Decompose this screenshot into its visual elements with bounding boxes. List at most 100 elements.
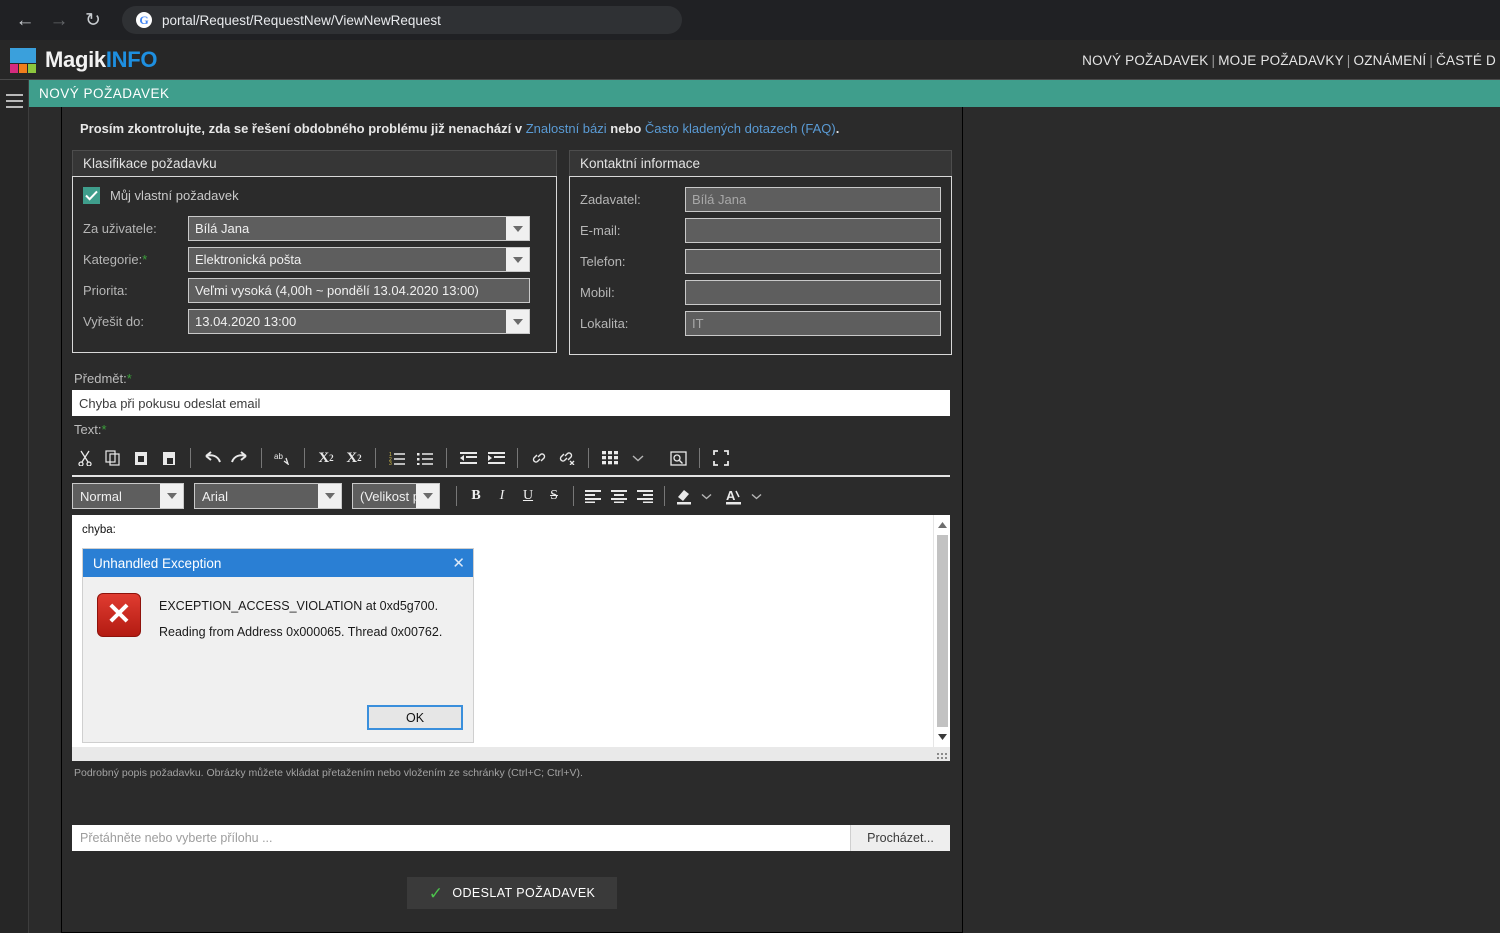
image-icon[interactable] — [665, 445, 691, 471]
select-za-uzivatele-wrap[interactable]: Bílá Jana — [188, 216, 530, 241]
bulleted-list-icon[interactable] — [412, 445, 438, 471]
select-vyresit-do-wrap[interactable]: 13.04.2020 13:00 — [188, 309, 530, 334]
resize-grip-icon[interactable] — [937, 753, 947, 759]
italic-button[interactable]: I — [489, 483, 515, 509]
paste-icon[interactable] — [128, 445, 154, 471]
nav-item-caste-dotazy[interactable]: ČASTÉ D — [1436, 53, 1496, 68]
input-lokalita[interactable]: IT — [685, 311, 941, 336]
attachment-row: Přetáhněte nebo vyberte přílohu ... Proc… — [72, 825, 950, 851]
outdent-icon[interactable] — [455, 445, 481, 471]
input-lokalita-wrap[interactable]: IT — [685, 311, 941, 336]
copy-icon[interactable] — [100, 445, 126, 471]
scroll-up-icon[interactable] — [937, 517, 947, 533]
input-telefon-wrap[interactable] — [685, 249, 941, 274]
browse-button[interactable]: Procházet... — [850, 825, 950, 851]
editor-resize-strip[interactable] — [72, 747, 950, 761]
svg-text:ab: ab — [274, 452, 283, 461]
editor-canvas[interactable]: chyba: Unhandled Exception ✕ ✕ EXCEPTION… — [72, 515, 933, 747]
nav-item-oznameni[interactable]: OZNÁMENÍ — [1354, 53, 1427, 68]
paragraph-format-dropdown[interactable]: Normal — [72, 483, 184, 509]
chevron-down-icon[interactable] — [506, 217, 529, 240]
editor-scrollbar[interactable] — [933, 515, 950, 747]
app-logo[interactable]: MagikINFO — [10, 47, 158, 73]
hamburger-icon[interactable] — [5, 94, 23, 933]
redo-icon[interactable] — [227, 445, 253, 471]
chevron-down-icon[interactable] — [318, 484, 341, 508]
superscript-icon[interactable]: X2 — [313, 445, 339, 471]
toolbar-separator — [517, 448, 518, 468]
editor-content-area[interactable]: chyba: Unhandled Exception ✕ ✕ EXCEPTION… — [72, 515, 950, 747]
link-icon[interactable] — [526, 445, 552, 471]
subscript-icon[interactable]: X2 — [341, 445, 367, 471]
scroll-down-icon[interactable] — [937, 729, 947, 745]
toolbar-separator — [261, 448, 262, 468]
chevron-down-icon[interactable] — [747, 493, 765, 500]
nav-item-novy-pozadavek[interactable]: NOVÝ POŽADAVEK — [1082, 53, 1208, 68]
reload-icon[interactable]: ↻ — [76, 3, 110, 37]
underline-button[interactable]: U — [515, 483, 541, 509]
table-dropdown-icon[interactable] — [625, 445, 651, 471]
text-color-icon[interactable]: A — [721, 483, 747, 509]
input-email-wrap[interactable] — [685, 218, 941, 243]
input-zadavatel[interactable]: Bílá Jana — [685, 187, 941, 212]
own-request-checkbox[interactable] — [83, 187, 100, 204]
back-icon[interactable]: ← — [8, 3, 42, 37]
select-vyresit-do[interactable]: 13.04.2020 13:00 — [188, 309, 530, 334]
label-predmet-text: Předmět: — [74, 371, 127, 386]
select-kategorie-wrap[interactable]: Elektronická pošta — [188, 247, 530, 272]
contact-fields: Zadavatel: Bílá Jana E-mail: Telefon: Mo… — [569, 176, 952, 355]
highlight-color-icon[interactable] — [671, 483, 697, 509]
knowledge-base-link[interactable]: Znalostní bázi — [526, 121, 607, 136]
scrollbar-thumb[interactable] — [936, 535, 948, 727]
input-mobil[interactable] — [685, 280, 941, 305]
subject-input[interactable]: Chyba při pokusu odeslat email — [72, 390, 950, 416]
cut-icon[interactable] — [72, 445, 98, 471]
table-icon[interactable] — [597, 445, 623, 471]
nav-separator: | — [1211, 52, 1216, 68]
font-size-dropdown[interactable]: (Velikost p — [352, 483, 440, 509]
dialog-message: EXCEPTION_ACCESS_VIOLATION at 0xd5g700. … — [159, 593, 442, 705]
fullscreen-icon[interactable] — [708, 445, 734, 471]
select-za-uzivatele[interactable]: Bílá Jana — [188, 216, 530, 241]
align-right-icon[interactable] — [632, 483, 658, 509]
undo-icon[interactable] — [199, 445, 225, 471]
chevron-down-icon[interactable] — [160, 484, 183, 508]
chevron-down-icon[interactable] — [697, 493, 715, 500]
address-bar[interactable]: G portal/Request/RequestNew/ViewNewReque… — [122, 6, 682, 34]
toolbar-separator — [664, 486, 665, 506]
indent-icon[interactable] — [483, 445, 509, 471]
chevron-down-icon[interactable] — [506, 248, 529, 271]
unlink-icon[interactable] — [554, 445, 580, 471]
attachment-input[interactable]: Přetáhněte nebo vyberte přílohu ... — [72, 825, 850, 851]
input-mobil-wrap[interactable] — [685, 280, 941, 305]
font-family-dropdown[interactable]: Arial — [194, 483, 342, 509]
toolbar-separator — [190, 448, 191, 468]
editor-hint: Podrobný popis požadavku. Obrázky můžete… — [74, 767, 583, 779]
submit-row: ✓ ODESLAT POŽADAVEK — [72, 877, 952, 909]
input-email[interactable] — [685, 218, 941, 243]
request-form-panel: Prosím zkontrolujte, zda se řešení obdob… — [61, 107, 963, 933]
required-marker: * — [101, 422, 107, 437]
paste-text-icon[interactable] — [156, 445, 182, 471]
input-zadavatel-wrap[interactable]: Bílá Jana — [685, 187, 941, 212]
align-left-icon[interactable] — [580, 483, 606, 509]
numbered-list-icon[interactable]: 123 — [384, 445, 410, 471]
field-row-telefon: Telefon: — [580, 249, 941, 274]
strikethrough-button[interactable]: S — [541, 483, 567, 509]
select-kategorie[interactable]: Elektronická pošta — [188, 247, 530, 272]
bold-button[interactable]: B — [463, 483, 489, 509]
nav-item-moje-pozadavky[interactable]: MOJE POŽADAVKY — [1218, 53, 1344, 68]
forward-icon[interactable]: → — [42, 3, 76, 37]
notice-middle: nebo — [606, 121, 645, 136]
spellcheck-icon[interactable]: ab — [270, 445, 296, 471]
faq-link[interactable]: Často kladených dotazech (FAQ) — [645, 121, 836, 136]
submit-request-button[interactable]: ✓ ODESLAT POŽADAVEK — [406, 877, 618, 909]
logo-text-accent: INFO — [105, 47, 158, 72]
chevron-down-icon[interactable] — [416, 484, 439, 508]
align-center-icon[interactable] — [606, 483, 632, 509]
editor-text-line: chyba: — [82, 524, 116, 536]
input-telefon[interactable] — [685, 249, 941, 274]
chevron-down-icon[interactable] — [506, 310, 529, 333]
own-request-checkbox-row[interactable]: Můj vlastní požadavek — [83, 187, 546, 204]
field-priorita: Veľmi vysoká (4,00h ~ pondělí 13.04.2020… — [188, 278, 530, 303]
